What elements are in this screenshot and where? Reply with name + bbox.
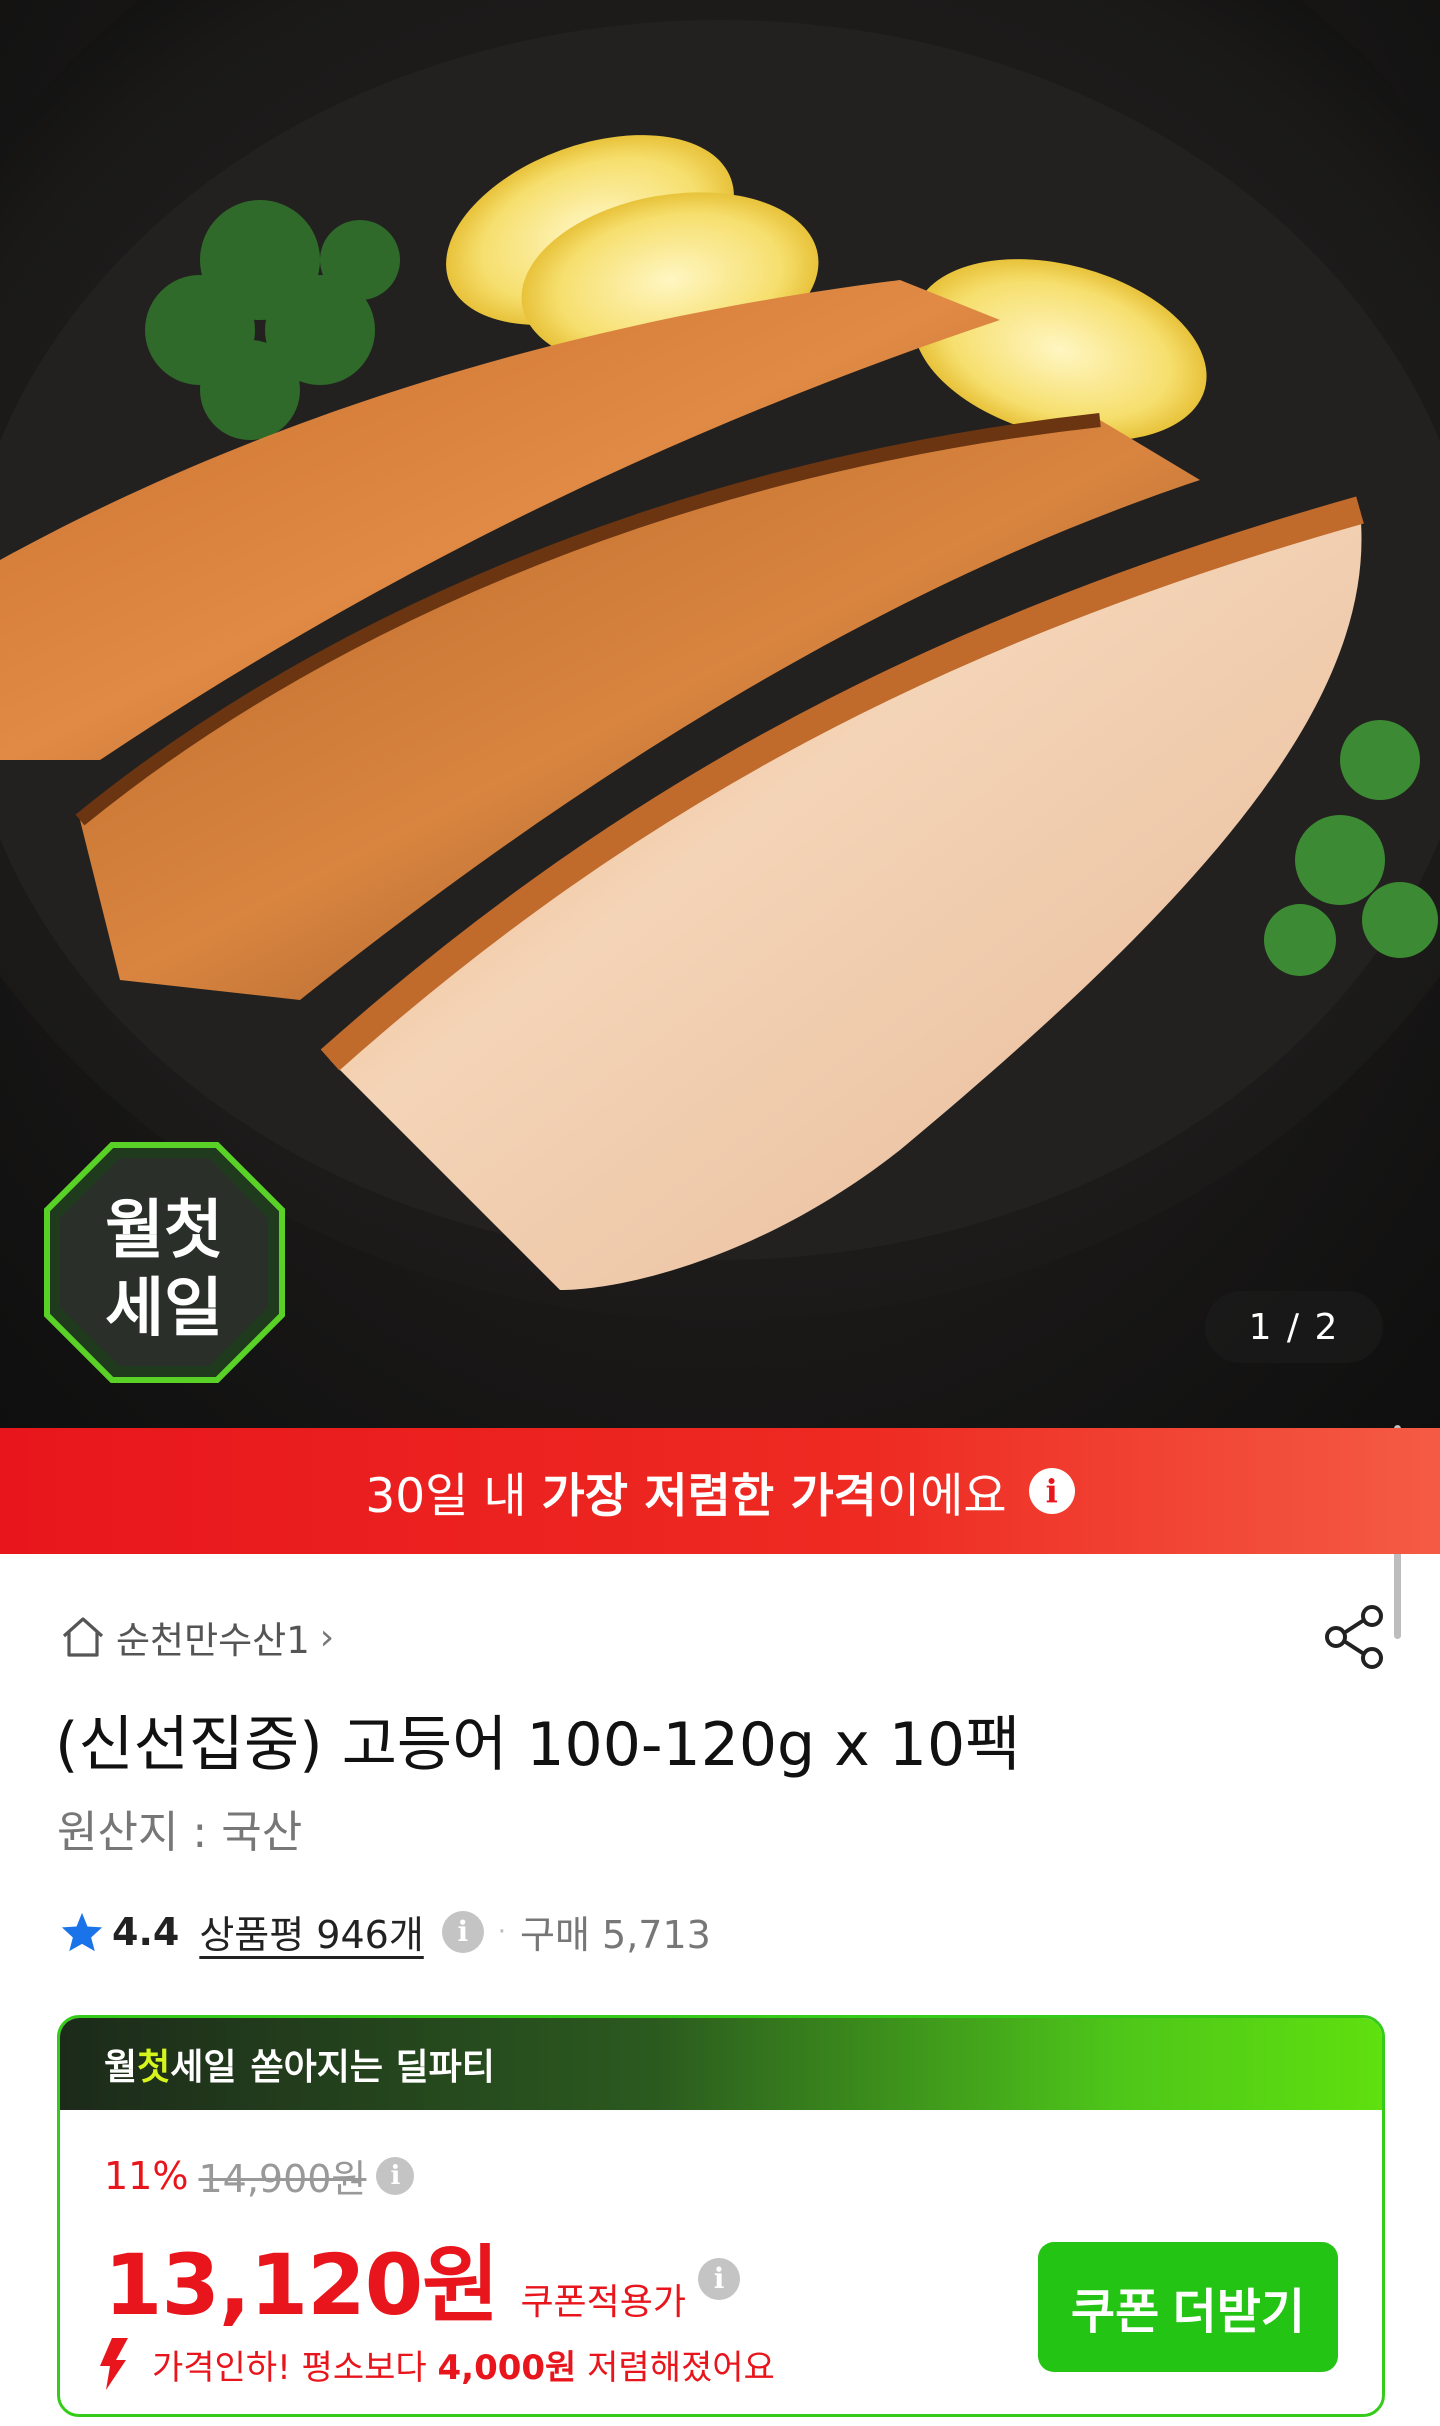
sale-price: 13,120원 (104, 2236, 499, 2334)
reviews-link[interactable]: 상품평 946개 (199, 1904, 423, 1959)
chevron-right-icon: › (319, 1616, 335, 1658)
coupon-price-label: 쿠폰적용가 (520, 2282, 687, 2323)
price-drop-notice: 가격인하! 평소보다 4,000원 저렴해졌어요 (98, 2336, 775, 2392)
coupon-info-icon[interactable]: i (698, 2257, 741, 2300)
get-more-coupons-button[interactable]: 쿠폰 더받기 (1038, 2242, 1338, 2372)
star-icon (61, 1912, 103, 1951)
monthly-sale-badge-icon: 월첫 세일 (44, 1142, 285, 1383)
deal-header-tail: 쏟아지는 딜파티 (250, 2047, 495, 2088)
deal-header-a: 월 (104, 2047, 138, 2088)
store-link[interactable]: 순천만수산1 › (60, 1610, 334, 1664)
discount-percent: 11% (104, 2153, 189, 2198)
share-icon[interactable] (1320, 1602, 1390, 1672)
purchase-count: 구매 5,713 (520, 1913, 711, 1957)
store-name: 순천만수산1 (116, 1619, 310, 1662)
price-info-icon[interactable]: i (376, 2156, 415, 2195)
deal-party-box: 월 첫 세일 쏟아지는 딜파티 11% 14,900원 i 13,120원 쿠폰적용… (57, 2015, 1385, 2417)
price-drop-prefix: 가격인하! 평소보다 (152, 2347, 438, 2388)
badge-line1: 월첫 (105, 1194, 223, 1268)
price-drop-amount: 4,000원 (437, 2347, 577, 2388)
price-drop-suffix: 저렴해졌어요 (576, 2347, 775, 2388)
product-image[interactable]: 월첫 세일 1 / 2 (0, 0, 1440, 1428)
banner-text-prefix: 30일 내 (365, 1468, 542, 1524)
original-price: 14,900원 (198, 2157, 367, 2201)
discount-row: 11% 14,900원 i (104, 2148, 415, 2203)
deal-header-b: 첫 (137, 2047, 171, 2088)
review-info-icon[interactable]: i (441, 1910, 484, 1953)
home-icon (62, 1617, 104, 1657)
deal-header-c: 세일 (170, 2047, 237, 2088)
banner-text-bold: 가장 저렴한 가격 (541, 1468, 877, 1524)
price-row: 13,120원 쿠폰적용가 i (104, 2218, 741, 2339)
lowest-price-banner[interactable]: 30일 내 가장 저렴한 가격 이에요 i (0, 1428, 1440, 1554)
product-origin: 원산지 : 국산 (57, 1807, 303, 1858)
rating-score: 4.4 (112, 1909, 180, 1954)
deal-header: 월 첫 세일 쏟아지는 딜파티 (60, 2018, 1382, 2110)
badge-line2: 세일 (105, 1272, 223, 1346)
rating-row: 4.4 상품평 946개 i · 구매 5,713 (60, 1904, 711, 1959)
info-icon[interactable]: i (1028, 1468, 1075, 1514)
price-down-arrow-icon (100, 2338, 128, 2390)
separator-dot: · (497, 1916, 507, 1947)
banner-text-suffix: 이에요 (876, 1468, 1007, 1524)
image-counter: 1 / 2 (1205, 1291, 1383, 1363)
product-title: (신선집중) 고등어 100-120g x 10팩 (55, 1710, 1021, 1780)
